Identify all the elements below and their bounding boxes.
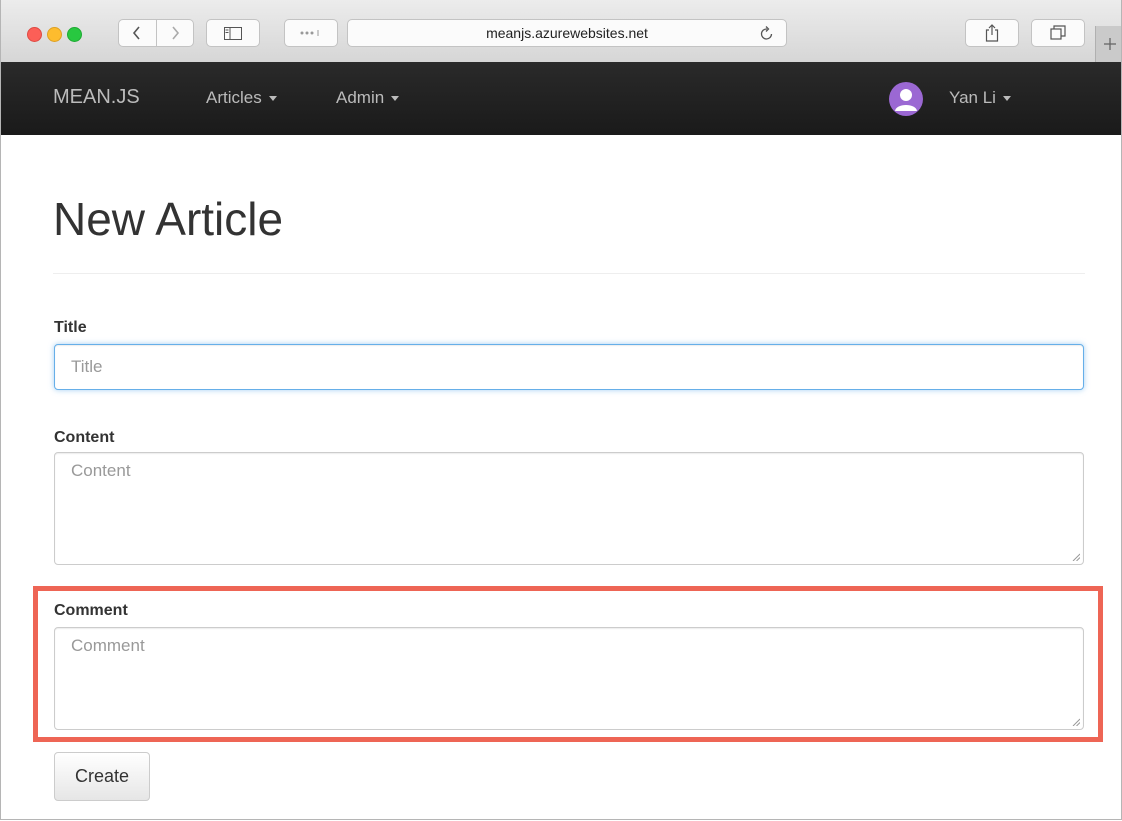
site-navbar: MEAN.JS Articles Admin Yan Li <box>1 62 1121 135</box>
brand-link[interactable]: MEAN.JS <box>53 86 140 109</box>
address-bar[interactable]: meanjs.azurewebsites.net <box>347 19 787 47</box>
back-button[interactable] <box>119 20 157 46</box>
history-nav <box>118 19 194 47</box>
forward-button[interactable] <box>157 20 194 46</box>
top-sites-button[interactable] <box>284 19 338 47</box>
new-tab-button[interactable] <box>1095 26 1121 62</box>
user-silhouette-icon <box>895 89 917 111</box>
title-label: Title <box>54 319 87 336</box>
chevron-left-icon <box>133 26 140 40</box>
caret-down-icon <box>391 95 400 101</box>
url-text: meanjs.azurewebsites.net <box>486 25 648 41</box>
sidebar-icon <box>224 26 242 40</box>
share-button[interactable] <box>965 19 1019 47</box>
content-textarea[interactable] <box>54 452 1084 565</box>
nav-articles-label: Articles <box>206 88 262 107</box>
create-button[interactable]: Create <box>54 752 150 801</box>
browser-window: meanjs.azurewebsites.net MEAN.JS Article… <box>0 0 1122 820</box>
dots-icon <box>300 30 319 36</box>
resize-grip-icon[interactable] <box>1072 553 1080 561</box>
user-name: Yan Li <box>949 88 996 107</box>
nav-admin-label: Admin <box>336 88 385 107</box>
caret-down-icon <box>268 95 277 101</box>
plus-icon <box>1104 38 1116 50</box>
tabs-overview-button[interactable] <box>1031 19 1085 47</box>
browser-toolbar: meanjs.azurewebsites.net <box>1 0 1121 63</box>
zoom-window-button[interactable] <box>67 27 82 42</box>
close-window-button[interactable] <box>27 27 42 42</box>
reload-icon <box>760 26 773 40</box>
sidebar-toggle-button[interactable] <box>206 19 260 47</box>
tabs-icon <box>1050 25 1066 40</box>
title-input[interactable] <box>54 344 1084 390</box>
share-icon <box>985 24 999 42</box>
header-divider <box>53 273 1085 274</box>
content-label: Content <box>54 429 115 446</box>
user-avatar[interactable] <box>889 82 923 116</box>
comment-label: Comment <box>54 602 128 619</box>
reload-button[interactable] <box>760 25 774 44</box>
resize-grip-icon[interactable] <box>1072 718 1080 726</box>
nav-admin-dropdown[interactable]: Admin <box>336 88 400 108</box>
user-menu-dropdown[interactable]: Yan Li <box>949 88 1011 108</box>
comment-textarea[interactable] <box>54 627 1084 730</box>
chevron-right-icon <box>172 26 179 40</box>
minimize-window-button[interactable] <box>47 27 62 42</box>
page-title: New Article <box>53 193 284 245</box>
nav-articles-dropdown[interactable]: Articles <box>206 88 277 108</box>
caret-down-icon <box>1002 95 1011 101</box>
